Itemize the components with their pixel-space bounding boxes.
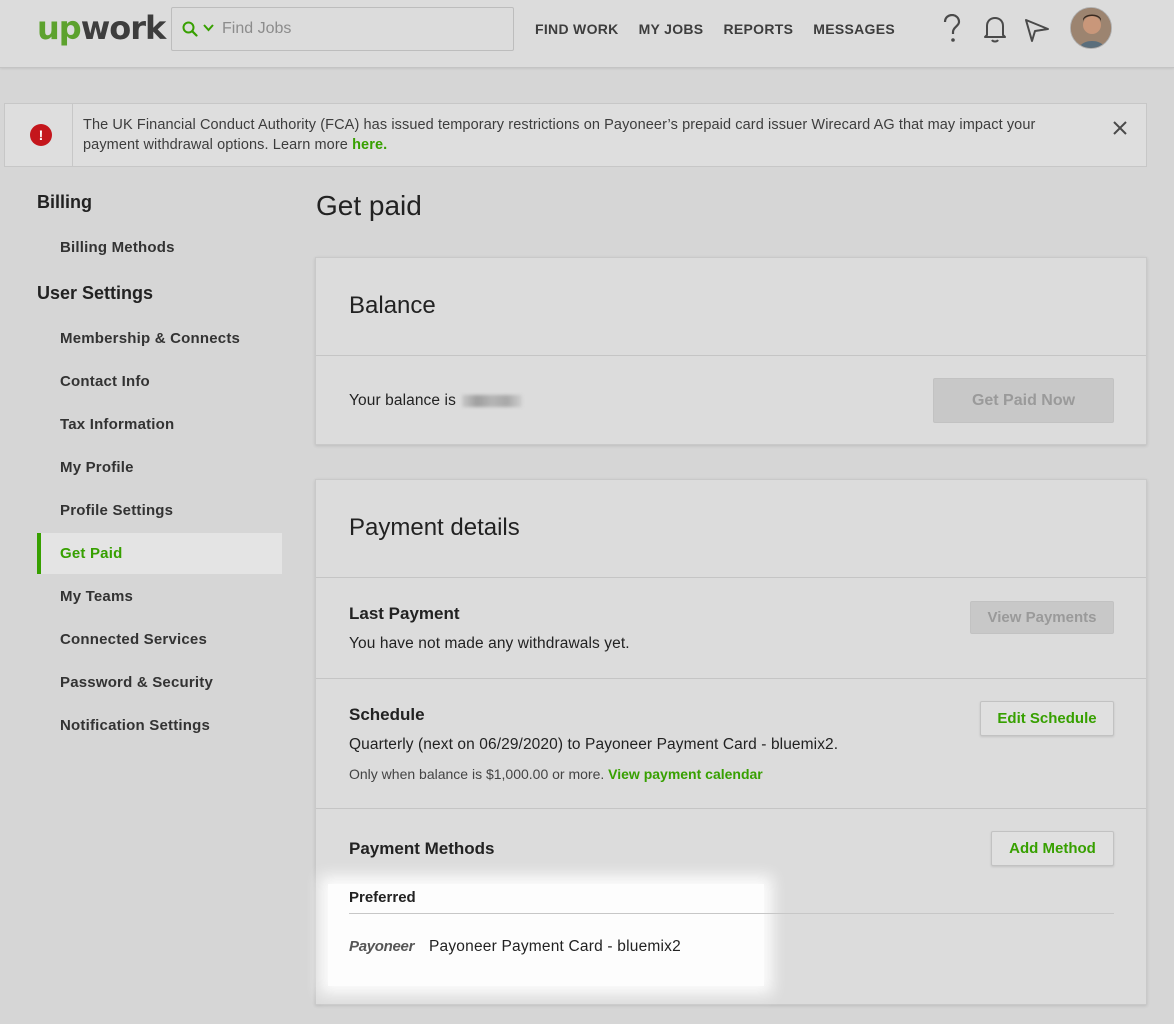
payoneer-logo: Payoneer [349, 938, 415, 955]
payment-divider-3 [316, 808, 1146, 809]
top-header: upwork FIND WORK MY JOBS REPORTS MESSAGE… [0, 0, 1174, 68]
sidebar-item-profile-settings[interactable]: Profile Settings [37, 490, 282, 533]
payment-divider-1 [316, 577, 1146, 578]
nav-reports[interactable]: REPORTS [723, 21, 793, 37]
sidebar-item-tax-information[interactable]: Tax Information [37, 404, 282, 447]
balance-title: Balance [349, 292, 436, 319]
nav-find-work[interactable]: FIND WORK [535, 21, 619, 37]
schedule-note: Only when balance is $1,000.00 or more. … [349, 766, 763, 782]
view-payment-calendar-link[interactable]: View payment calendar [608, 766, 763, 782]
preferred-label: Preferred [349, 889, 416, 906]
preferred-divider [349, 913, 1114, 914]
main-nav: FIND WORK MY JOBS REPORTS MESSAGES [535, 21, 915, 37]
payment-method-name[interactable]: Payoneer Payment Card - bluemix2 [429, 938, 681, 956]
balance-label: Your balance is [349, 392, 456, 409]
nav-my-jobs[interactable]: MY JOBS [639, 21, 704, 37]
sidebar-item-notification-settings[interactable]: Notification Settings [37, 705, 282, 748]
last-payment-text: You have not made any withdrawals yet. [349, 635, 630, 652]
sidebar-item-get-paid[interactable]: Get Paid [37, 533, 282, 574]
sidebar-item-contact-info[interactable]: Contact Info [37, 361, 282, 404]
edit-schedule-button[interactable]: Edit Schedule [980, 701, 1114, 736]
balance-text: Your balance is [349, 392, 523, 410]
sidebar-item-my-teams[interactable]: My Teams [37, 576, 282, 619]
get-paid-now-button[interactable]: Get Paid Now [933, 378, 1114, 423]
search-box[interactable] [171, 7, 514, 51]
chevron-down-icon[interactable] [203, 24, 214, 32]
close-icon[interactable] [1109, 117, 1131, 139]
schedule-text: Quarterly (next on 06/29/2020) to Payone… [349, 736, 839, 753]
nav-messages[interactable]: MESSAGES [813, 21, 895, 37]
sidebar-item-connected-services[interactable]: Connected Services [37, 619, 282, 662]
balance-divider [316, 355, 1146, 356]
view-payments-button[interactable]: View Payments [970, 601, 1114, 634]
sidebar-item-my-profile[interactable]: My Profile [37, 447, 282, 490]
schedule-threshold: Only when balance is $1,000.00 or more. [349, 766, 605, 782]
balance-card: Balance Your balance is Get Paid Now [315, 257, 1147, 445]
upwork-logo[interactable]: upwork [37, 9, 167, 47]
help-icon[interactable] [942, 14, 962, 44]
error-icon: ! [30, 124, 52, 146]
schedule-title: Schedule [349, 705, 425, 724]
avatar[interactable] [1070, 7, 1112, 49]
payment-details-title: Payment details [349, 514, 520, 541]
alert-learn-more-link[interactable]: here. [352, 137, 387, 153]
payment-methods-title: Payment Methods [349, 839, 495, 858]
sidebar-item-password-security[interactable]: Password & Security [37, 662, 282, 705]
bell-icon[interactable] [983, 15, 1007, 43]
fca-alert-banner: ! The UK Financial Conduct Authority (FC… [4, 103, 1147, 167]
alert-icon-area: ! [5, 104, 73, 166]
balance-amount-blurred [462, 394, 523, 407]
sidebar-item-membership[interactable]: Membership & Connects [37, 318, 282, 361]
alert-text: The UK Financial Conduct Authority (FCA)… [83, 117, 1036, 153]
send-icon[interactable] [1024, 17, 1050, 43]
sidebar-item-billing-methods[interactable]: Billing Methods [37, 227, 282, 270]
page-title: Get paid [316, 190, 422, 221]
logo-up: up [37, 9, 82, 47]
add-method-button[interactable]: Add Method [991, 831, 1114, 866]
logo-work: work [80, 9, 167, 47]
search-input[interactable] [222, 16, 502, 42]
last-payment-title: Last Payment [349, 604, 460, 623]
alert-message: The UK Financial Conduct Authority (FCA)… [83, 115, 1043, 155]
search-icon[interactable] [182, 21, 198, 37]
settings-sidebar: Billing Billing Methods User Settings Me… [37, 192, 282, 748]
payment-divider-2 [316, 678, 1146, 679]
